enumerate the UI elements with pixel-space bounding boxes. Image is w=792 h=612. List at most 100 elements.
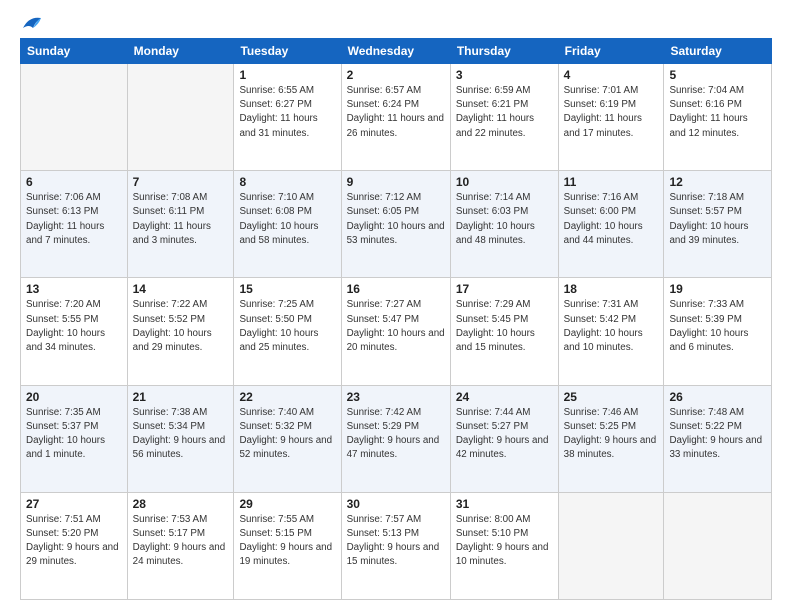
calendar-week-row: 1Sunrise: 6:55 AM Sunset: 6:27 PM Daylig… [21,64,772,171]
day-info: Sunrise: 7:53 AM Sunset: 5:17 PM Dayligh… [133,513,229,570]
day-info: Sunrise: 7:35 AM Sunset: 5:37 PM Dayligh… [26,406,122,463]
day-info: Sunrise: 7:18 AM Sunset: 5:57 PM Dayligh… [669,191,766,248]
day-number: 12 [669,175,766,189]
table-row: 14Sunrise: 7:22 AM Sunset: 5:52 PM Dayli… [127,278,234,385]
table-row: 7 Sunrise: 7:08 AM Sunset: 6:11 PM Daylig… [127,171,234,278]
table-row: 30 Sunrise: 7:57 AM Sunset: 5:13 PM Dayli… [341,492,450,599]
day-number: 24 [456,390,553,404]
day-info: Sunrise: 7:06 AM Sunset: 6:13 PM Dayligh… [26,191,122,248]
day-number: 16 [347,282,445,296]
day-number: 23 [347,390,445,404]
table-row: 29 Sunrise: 7:55 AM Sunset: 5:15 PM Dayli… [234,492,341,599]
day-number: 13 [26,282,122,296]
day-number: 2 [347,68,445,82]
day-info: Sunrise: 7:57 AM Sunset: 5:13 PM Dayligh… [347,513,445,570]
day-info: Sunrise: 8:00 AM Sunset: 5:10 PM Dayligh… [456,513,553,570]
day-number: 27 [26,497,122,511]
calendar-table: Sunday Monday Tuesday Wednesday Thursday… [20,38,772,600]
table-row: 5 Sunrise: 7:04 AM Sunset: 6:16 PM Daylig… [664,64,772,171]
table-row: 8 Sunrise: 7:10 AM Sunset: 6:08 PM Daylig… [234,171,341,278]
day-number: 6 [26,175,122,189]
table-row: 26Sunrise: 7:48 AM Sunset: 5:22 PM Dayli… [664,385,772,492]
day-info: Sunrise: 7:33 AM Sunset: 5:39 PM Dayligh… [669,298,766,355]
col-sunday: Sunday [21,39,128,64]
day-number: 18 [564,282,659,296]
table-row: 18 Sunrise: 7:31 AM Sunset: 5:42 PM Dayli… [558,278,664,385]
table-row: 12 Sunrise: 7:18 AM Sunset: 5:57 PM Dayli… [664,171,772,278]
table-row: 1Sunrise: 6:55 AM Sunset: 6:27 PM Daylig… [234,64,341,171]
day-info: Sunrise: 7:29 AM Sunset: 5:45 PM Dayligh… [456,298,553,355]
day-number: 25 [564,390,659,404]
day-info: Sunrise: 7:25 AM Sunset: 5:50 PM Dayligh… [239,298,335,355]
day-number: 26 [669,390,766,404]
day-number: 22 [239,390,335,404]
col-monday: Monday [127,39,234,64]
day-info: Sunrise: 7:10 AM Sunset: 6:08 PM Dayligh… [239,191,335,248]
day-number: 29 [239,497,335,511]
table-row: 31 Sunrise: 8:00 AM Sunset: 5:10 PM Dayli… [450,492,558,599]
day-number: 28 [133,497,229,511]
col-thursday: Thursday [450,39,558,64]
day-info: Sunrise: 7:01 AM Sunset: 6:19 PM Dayligh… [564,84,659,141]
day-info: Sunrise: 7:08 AM Sunset: 6:11 PM Dayligh… [133,191,229,248]
table-row: 11Sunrise: 7:16 AM Sunset: 6:00 PM Dayli… [558,171,664,278]
col-tuesday: Tuesday [234,39,341,64]
day-info: Sunrise: 7:38 AM Sunset: 5:34 PM Dayligh… [133,406,229,463]
col-friday: Friday [558,39,664,64]
table-row [558,492,664,599]
table-row: 4 Sunrise: 7:01 AM Sunset: 6:19 PM Daylig… [558,64,664,171]
day-number: 20 [26,390,122,404]
table-row: 28 Sunrise: 7:53 AM Sunset: 5:17 PM Dayli… [127,492,234,599]
col-saturday: Saturday [664,39,772,64]
day-info: Sunrise: 7:44 AM Sunset: 5:27 PM Dayligh… [456,406,553,463]
table-row [21,64,128,171]
table-row: 10Sunrise: 7:14 AM Sunset: 6:03 PM Dayli… [450,171,558,278]
calendar-week-row: 6 Sunrise: 7:06 AM Sunset: 6:13 PM Daylig… [21,171,772,278]
day-info: Sunrise: 7:46 AM Sunset: 5:25 PM Dayligh… [564,406,659,463]
table-row: 16Sunrise: 7:27 AM Sunset: 5:47 PM Dayli… [341,278,450,385]
day-number: 21 [133,390,229,404]
table-row: 15 Sunrise: 7:25 AM Sunset: 5:50 PM Dayli… [234,278,341,385]
day-info: Sunrise: 7:22 AM Sunset: 5:52 PM Dayligh… [133,298,229,355]
calendar-week-row: 20 Sunrise: 7:35 AM Sunset: 5:37 PM Dayli… [21,385,772,492]
day-number: 7 [133,175,229,189]
day-info: Sunrise: 6:59 AM Sunset: 6:21 PM Dayligh… [456,84,553,141]
table-row: 19Sunrise: 7:33 AM Sunset: 5:39 PM Dayli… [664,278,772,385]
table-row: 9 Sunrise: 7:12 AM Sunset: 6:05 PM Daylig… [341,171,450,278]
logo-bird-icon [21,14,43,32]
day-number: 9 [347,175,445,189]
day-info: Sunrise: 6:57 AM Sunset: 6:24 PM Dayligh… [347,84,445,141]
day-number: 15 [239,282,335,296]
day-info: Sunrise: 7:31 AM Sunset: 5:42 PM Dayligh… [564,298,659,355]
table-row: 22 Sunrise: 7:40 AM Sunset: 5:32 PM Dayli… [234,385,341,492]
day-number: 31 [456,497,553,511]
day-number: 3 [456,68,553,82]
calendar-week-row: 27Sunrise: 7:51 AM Sunset: 5:20 PM Dayli… [21,492,772,599]
table-row: 20 Sunrise: 7:35 AM Sunset: 5:37 PM Dayli… [21,385,128,492]
day-number: 5 [669,68,766,82]
table-row: 6 Sunrise: 7:06 AM Sunset: 6:13 PM Daylig… [21,171,128,278]
table-row: 2 Sunrise: 6:57 AM Sunset: 6:24 PM Daylig… [341,64,450,171]
day-info: Sunrise: 7:04 AM Sunset: 6:16 PM Dayligh… [669,84,766,141]
day-info: Sunrise: 7:55 AM Sunset: 5:15 PM Dayligh… [239,513,335,570]
table-row: 13 Sunrise: 7:20 AM Sunset: 5:55 PM Dayli… [21,278,128,385]
table-row: 25 Sunrise: 7:46 AM Sunset: 5:25 PM Dayli… [558,385,664,492]
table-row [664,492,772,599]
day-number: 17 [456,282,553,296]
day-number: 11 [564,175,659,189]
calendar-week-row: 13 Sunrise: 7:20 AM Sunset: 5:55 PM Dayli… [21,278,772,385]
table-row: 21 Sunrise: 7:38 AM Sunset: 5:34 PM Dayli… [127,385,234,492]
day-info: Sunrise: 7:20 AM Sunset: 5:55 PM Dayligh… [26,298,122,355]
day-info: Sunrise: 7:12 AM Sunset: 6:05 PM Dayligh… [347,191,445,248]
page: Sunday Monday Tuesday Wednesday Thursday… [0,0,792,612]
day-number: 10 [456,175,553,189]
table-row: 27Sunrise: 7:51 AM Sunset: 5:20 PM Dayli… [21,492,128,599]
table-row [127,64,234,171]
day-number: 30 [347,497,445,511]
day-number: 4 [564,68,659,82]
day-info: Sunrise: 7:40 AM Sunset: 5:32 PM Dayligh… [239,406,335,463]
day-number: 8 [239,175,335,189]
table-row: 3 Sunrise: 6:59 AM Sunset: 6:21 PM Daylig… [450,64,558,171]
header [20,18,772,28]
logo [20,18,43,28]
